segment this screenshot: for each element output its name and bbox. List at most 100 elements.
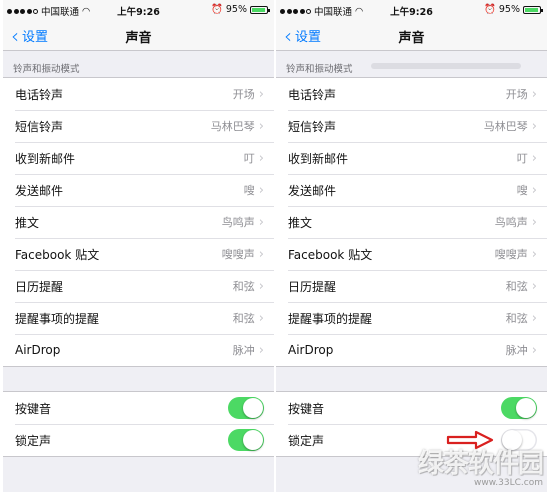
section-header: 铃声和振动模式: [276, 51, 547, 77]
watermark-text: 绿茶软件园: [417, 449, 544, 479]
row-label: AirDrop: [288, 343, 334, 357]
row-value: 脉冲: [232, 344, 255, 357]
row-label: 推文: [288, 215, 313, 230]
sound-row-text-tone[interactable]: 短信铃声 马林巴琴 ›: [3, 110, 274, 142]
row-label: 收到新邮件: [288, 151, 349, 166]
chevron-right-icon: ›: [531, 342, 537, 358]
row-value: 嗖: [516, 184, 528, 197]
keyboard-clicks-label: 按键音: [15, 401, 52, 416]
phone-screen-after: 中国联通 ◠ 上午9:26 ⏰ 95% ‹ 设置 声音 铃声和振动模式 电话铃声…: [276, 0, 547, 492]
sound-row-new-mail[interactable]: 收到新邮件 叮 ›: [3, 142, 274, 174]
row-value: 脉冲: [505, 344, 528, 357]
row-value: 鸟鸣声: [221, 216, 255, 229]
sound-row-reminder-alerts[interactable]: 提醒事项的提醒 和弦 ›: [276, 302, 547, 334]
row-value: 马林巴琴: [210, 120, 255, 133]
row-label: 推文: [15, 215, 40, 230]
lock-sound-label: 锁定声: [15, 433, 52, 448]
row-value: 和弦: [232, 280, 255, 293]
battery-icon: [250, 5, 270, 14]
sound-row-reminder-alerts[interactable]: 提醒事项的提醒 和弦 ›: [3, 302, 274, 334]
sound-row-airdrop[interactable]: AirDrop 脉冲 ›: [276, 334, 547, 366]
chevron-right-icon: ›: [531, 214, 537, 230]
row-value: 和弦: [232, 312, 255, 325]
sound-row-text-tone[interactable]: 短信铃声 马林巴琴 ›: [276, 110, 547, 142]
chevron-right-icon: ›: [258, 182, 264, 198]
sound-row-calendar-alerts[interactable]: 日历提醒 和弦 ›: [276, 270, 547, 302]
row-label: 收到新邮件: [15, 151, 76, 166]
sound-row-calendar-alerts[interactable]: 日历提醒 和弦 ›: [3, 270, 274, 302]
chevron-right-icon: ›: [258, 214, 264, 230]
page-title: 声音: [398, 31, 425, 46]
lock-sound-toggle[interactable]: [228, 429, 264, 451]
sound-row-new-mail[interactable]: 收到新邮件 叮 ›: [276, 142, 547, 174]
status-bar: 中国联通 ◠ 上午9:26 ⏰ 95%: [276, 0, 547, 20]
blurred-region: [371, 63, 521, 69]
sound-row-tweet[interactable]: 推文 鸟鸣声 ›: [3, 206, 274, 238]
chevron-right-icon: ›: [258, 86, 264, 102]
row-label: 发送邮件: [15, 183, 64, 198]
chevron-right-icon: ›: [531, 246, 537, 262]
row-label: 日历提醒: [15, 279, 64, 294]
row-value: 马林巴琴: [483, 120, 528, 133]
row-value: 开场: [232, 88, 255, 101]
chevron-right-icon: ›: [258, 342, 264, 358]
toggle-list: 按键音 锁定声: [3, 391, 274, 457]
phone-screen-before: 中国联通 ◠ 上午9:26 ⏰ 95% ‹ 设置 声音 铃声和振动模式 电话铃声…: [3, 0, 274, 492]
section-header: 铃声和振动模式: [13, 64, 80, 75]
chevron-right-icon: ›: [258, 310, 264, 326]
chevron-right-icon: ›: [531, 118, 537, 134]
sound-list: 电话铃声 开场 › 短信铃声 马林巴琴 › 收到新邮件叮 › 发送邮件嗖 › 推文 鸟鸣声 › …: [276, 77, 547, 367]
row-value: 叮: [243, 152, 255, 165]
sound-row-sent-mail[interactable]: 发送邮件 嗖 ›: [276, 174, 547, 206]
row-value: 嗖嗖声: [494, 248, 528, 261]
row-value: 叮: [516, 152, 528, 165]
sound-row-airdrop[interactable]: AirDrop 脉冲 ›: [3, 334, 274, 366]
lock-sound-row: 锁定声: [3, 424, 274, 456]
chevron-right-icon: ›: [531, 182, 537, 198]
sound-row-sent-mail[interactable]: 发送邮件 嗖 ›: [3, 174, 274, 206]
row-label: 发送邮件: [288, 183, 337, 198]
row-label: AirDrop: [15, 343, 61, 357]
sound-list: 电话铃声 开场 › 短信铃声 马林巴琴 › 收到新邮件叮 › 发送邮件嗖 › 推文 鸟鸣声 › …: [3, 77, 274, 367]
row-value: 鸟鸣声: [494, 216, 528, 229]
row-label: Facebook 贴文: [288, 247, 373, 262]
sound-row-facebook-post[interactable]: Facebook 贴文 嗖嗖声 ›: [276, 238, 547, 270]
sound-row-ringtone[interactable]: 电话铃声 开场 ›: [3, 78, 274, 110]
chevron-right-icon: ›: [258, 118, 264, 134]
battery-percent: 95%: [225, 4, 247, 15]
sound-row-ringtone[interactable]: 电话铃声 开场 ›: [276, 78, 547, 110]
status-bar: 中国联通 ◠ 上午9:26 ⏰ 95%: [3, 0, 274, 20]
row-value: 嗖: [243, 184, 255, 197]
row-label: 短信铃声: [288, 119, 337, 134]
section-header-label: 铃声和振动模式: [286, 64, 353, 75]
alarm-icon: ⏰: [484, 4, 496, 15]
chevron-right-icon: ›: [531, 86, 537, 102]
sound-row-tweet[interactable]: 推文 鸟鸣声 ›: [276, 206, 547, 238]
navigation-bar: ‹ 设置 声音: [3, 20, 274, 51]
chevron-right-icon: ›: [531, 278, 537, 294]
navigation-bar: ‹ 设置 声音: [276, 20, 547, 51]
row-value: 和弦: [505, 312, 528, 325]
row-label: 日历提醒: [288, 279, 337, 294]
page-title: 声音: [125, 31, 152, 46]
keyboard-clicks-toggle[interactable]: [501, 397, 537, 419]
row-label: Facebook 贴文: [15, 247, 100, 262]
row-label: 提醒事项的提醒: [15, 311, 100, 326]
sound-row-facebook-post[interactable]: Facebook 贴文 嗖嗖声 ›: [3, 238, 274, 270]
row-label: 提醒事项的提醒: [288, 311, 373, 326]
chevron-right-icon: ›: [258, 278, 264, 294]
chevron-right-icon: ›: [531, 150, 537, 166]
keyboard-clicks-row: 按键音: [3, 392, 274, 424]
row-value: 和弦: [505, 280, 528, 293]
keyboard-clicks-toggle[interactable]: [228, 397, 264, 419]
row-value: 开场: [505, 88, 528, 101]
chevron-right-icon: ›: [531, 310, 537, 326]
row-label: 电话铃声: [15, 87, 64, 102]
alarm-icon: ⏰: [211, 4, 223, 15]
battery-percent: 95%: [498, 4, 520, 15]
row-value: 嗖嗖声: [221, 248, 255, 261]
keyboard-clicks-row: 按键音: [276, 392, 547, 424]
chevron-right-icon: ›: [258, 150, 264, 166]
row-label: 短信铃声: [15, 119, 64, 134]
battery-icon: [523, 5, 543, 14]
